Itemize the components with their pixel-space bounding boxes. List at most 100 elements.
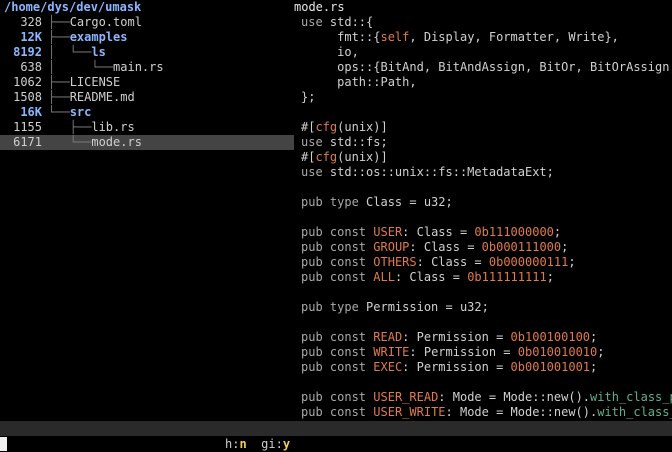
code-token: : Class = — [409, 240, 482, 254]
code-token: (unix)] — [337, 150, 388, 164]
file-size: 638 — [20, 60, 42, 74]
code-line: #[cfg(unix)] — [294, 120, 672, 135]
code-token: pub const — [301, 270, 367, 284]
code-line: use std::fs; — [294, 135, 672, 150]
code-token: cfg — [315, 120, 338, 134]
preview-file-name: mode.rs — [294, 0, 345, 14]
tree-row[interactable]: 12K ├── examples — [0, 30, 294, 45]
code-token: std::fs; — [322, 135, 388, 149]
tree-row[interactable]: 1155 ├── lib.rs — [0, 120, 294, 135]
code-line: use std::os::unix::fs::MetadataExt; — [294, 165, 672, 180]
broot-terminal: /home/dys/dev/umask 328 ├── Cargo.toml 12K ├… — [0, 0, 672, 452]
code-token: : Mode = Mode::new(). — [438, 390, 591, 404]
directory-name[interactable]: examples — [70, 30, 128, 45]
tree-row[interactable]: 638 │ └── main.rs — [0, 60, 294, 75]
code-line: path::Path, — [294, 75, 672, 90]
code-token: 0b100100100 — [510, 330, 591, 344]
code-token: pub const — [301, 360, 367, 374]
code-token: pub const — [301, 255, 367, 269]
code-token: EXEC — [373, 360, 403, 374]
input-cursor[interactable] — [0, 437, 7, 451]
code-token: pub type — [301, 195, 359, 209]
code-token: ; — [590, 330, 598, 344]
code-token: ; — [590, 360, 598, 374]
preview-code: use std::{ fmt::{self, Display, Formatte… — [294, 15, 672, 420]
code-token: pub const — [301, 345, 367, 359]
hidden-flag-label: h: — [225, 437, 240, 451]
code-token: with_class_ — [597, 405, 672, 419]
code-line: io, — [294, 45, 672, 60]
file-name[interactable]: LICENSE — [70, 75, 121, 90]
tree-branch-glyph: │ └── — [48, 60, 114, 74]
code-token: USER_WRITE — [373, 405, 446, 419]
code-token: use — [301, 165, 323, 179]
file-name[interactable]: mode.rs — [91, 135, 142, 150]
file-name[interactable]: Cargo.toml — [70, 15, 142, 30]
status-bar: Hit enter to open the file, alt-enter to… — [0, 421, 672, 436]
command-input-bar[interactable]: h:n gi:y — [0, 436, 672, 452]
tree-row[interactable]: 16K └── src — [0, 105, 294, 120]
code-token: pub type — [301, 300, 359, 314]
code-token: use — [301, 135, 323, 149]
file-preview-panel[interactable]: mode.rs use std::{ fmt::{self, Display, … — [294, 0, 672, 420]
code-token: READ — [373, 330, 403, 344]
code-line: #[cfg(unix)] — [294, 150, 672, 165]
directory-name[interactable]: src — [70, 105, 92, 120]
code-token: ops::{BitAnd, BitAndAssign, BitOr, BitOr… — [301, 60, 672, 74]
code-token: , Display, Formatter, Write}, — [409, 30, 619, 44]
code-line: pub const USER: Class = 0b111000000; — [294, 225, 672, 240]
tree-branch-glyph: └── — [48, 135, 92, 149]
code-token: pub const — [301, 240, 367, 254]
tree-row[interactable]: 6171 └── mode.rs — [0, 135, 294, 150]
tree-branch-glyph: │ └── — [48, 45, 92, 59]
tree-root-path: /home/dys/dev/umask — [4, 0, 142, 14]
code-token: : Class = — [394, 270, 468, 284]
code-token: 0b000000111 — [488, 255, 569, 269]
code-token: pub const — [301, 390, 367, 404]
tree-branch-glyph: ├── — [48, 75, 70, 89]
code-line: pub const OTHERS: Class = 0b000000111; — [294, 255, 672, 270]
file-name[interactable]: lib.rs — [91, 120, 134, 135]
directory-name[interactable]: ls — [91, 45, 105, 60]
code-token: pub const — [301, 405, 367, 419]
gitignore-flag-value: y — [282, 437, 291, 451]
tree-branch-glyph: └── — [48, 105, 70, 119]
code-token: with_class_p — [590, 390, 672, 404]
code-token: #[ — [301, 120, 316, 134]
code-token: : Class = — [416, 255, 489, 269]
code-token: ; — [568, 255, 576, 269]
tree-row[interactable]: 1508 ├── README.md — [0, 90, 294, 105]
tree-row[interactable]: 328 ├── Cargo.toml — [0, 15, 294, 30]
code-token: : Permission = — [402, 330, 511, 344]
code-token: fmt::{ — [301, 30, 381, 44]
code-token: path::Path, — [301, 75, 417, 89]
code-token: ; — [597, 345, 605, 359]
tree-branch-glyph: ├── — [48, 90, 70, 104]
tree-row[interactable]: 1062 ├── LICENSE — [0, 75, 294, 90]
code-token: Class = u32; — [358, 195, 453, 209]
file-size: 1062 — [13, 75, 42, 89]
code-token: 0b111000000 — [474, 225, 554, 239]
file-name[interactable]: main.rs — [113, 60, 164, 75]
code-token: pub const — [301, 330, 367, 344]
file-size: 1155 — [13, 120, 42, 134]
file-tree-panel[interactable]: /home/dys/dev/umask 328 ├── Cargo.toml 12K ├… — [0, 0, 294, 420]
file-name[interactable]: README.md — [70, 90, 135, 105]
file-size: 12K — [20, 30, 42, 44]
tree-row[interactable]: 8192 │ └── ls — [0, 45, 294, 60]
code-line: use std::{ — [294, 15, 672, 30]
code-token: : Permission = — [402, 360, 511, 374]
code-token: : Permission = — [409, 345, 518, 359]
code-token: ; — [546, 270, 554, 284]
code-line: pub const EXEC: Permission = 0b001001001… — [294, 360, 672, 375]
code-token: ; — [561, 240, 569, 254]
code-token: (unix)] — [337, 120, 388, 134]
tree-rows: 328 ├── Cargo.toml 12K ├── examples 8192 │ └── l… — [0, 15, 294, 150]
code-line: pub const GROUP: Class = 0b000111000; — [294, 240, 672, 255]
tree-branch-glyph: ├── — [48, 15, 70, 29]
code-token: GROUP — [373, 240, 410, 254]
